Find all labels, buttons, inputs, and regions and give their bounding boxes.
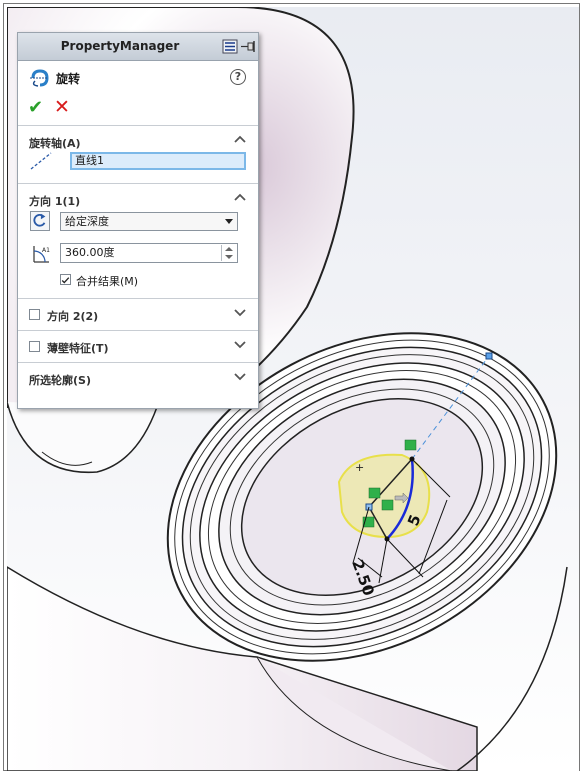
svg-text:+: +	[355, 461, 364, 474]
action-row: ✔ ✕	[18, 93, 258, 126]
pm-header: PropertyManager	[18, 33, 258, 61]
merge-result-label[interactable]: 合并结果(M)	[76, 273, 138, 289]
pin-icon[interactable]	[240, 39, 256, 54]
chevron-up-icon[interactable]	[234, 133, 246, 145]
angle-value: 360.00度	[65, 246, 115, 259]
thin-feature-checkbox[interactable]	[29, 341, 40, 352]
group-title-direction-1[interactable]: 方向 1(1)	[29, 193, 80, 209]
checkmark-icon	[61, 277, 70, 284]
end-condition-select[interactable]: 给定深度	[60, 212, 238, 231]
left-lobe	[7, 401, 158, 474]
revolve-icon	[30, 69, 49, 87]
screenshot-frame: + 2.50 5 PropertyManager 旋转 ? ✔ ✕ 旋转轴(A)…	[0, 0, 583, 774]
ok-check-icon[interactable]: ✔	[28, 97, 43, 118]
svg-text:A1: A1	[42, 247, 50, 254]
chevron-down-icon[interactable]	[234, 370, 246, 382]
reverse-direction-icon	[33, 213, 46, 227]
group-direction-2: 方向 2(2)	[18, 299, 258, 331]
group-revolve-axis: 旋转轴(A) 直线1	[18, 126, 258, 184]
axis-selection-field[interactable]: 直线1	[70, 152, 246, 170]
reverse-direction-button[interactable]	[30, 211, 50, 231]
help-icon[interactable]: ?	[230, 69, 246, 85]
direction-2-checkbox[interactable]	[29, 309, 40, 320]
spinner-down-icon[interactable]	[225, 255, 233, 259]
chevron-up-icon[interactable]	[234, 191, 246, 203]
chevron-down-icon	[225, 219, 233, 224]
angle-input[interactable]: 360.00度	[60, 243, 238, 263]
property-manager: PropertyManager 旋转 ? ✔ ✕ 旋转轴(A) 直线1 方向 1…	[17, 32, 259, 409]
axis-line-icon	[30, 152, 52, 170]
spinner-up-icon[interactable]	[225, 247, 233, 251]
chevron-down-icon[interactable]	[234, 338, 246, 350]
group-thin-feature: 薄壁特征(T)	[18, 331, 258, 363]
chevron-down-icon[interactable]	[234, 306, 246, 318]
graphics-viewport[interactable]: + 2.50 5 PropertyManager 旋转 ? ✔ ✕ 旋转轴(A)…	[7, 7, 579, 771]
merge-result-checkbox[interactable]	[60, 274, 71, 285]
group-selected-contours: 所选轮廓(S)	[18, 363, 258, 394]
angle-icon: A1	[33, 246, 50, 263]
feature-name: 旋转	[56, 72, 81, 86]
cancel-x-icon[interactable]: ✕	[54, 96, 70, 118]
group-title-thin-feature[interactable]: 薄壁特征(T)	[47, 340, 109, 356]
feature-row: 旋转 ?	[18, 61, 258, 93]
group-direction-1: 方向 1(1) 给定深度 A1 360.00度 合并结果(M)	[18, 184, 258, 299]
end-condition-value: 给定深度	[65, 215, 109, 228]
group-title-direction-2[interactable]: 方向 2(2)	[47, 308, 98, 324]
pm-title: PropertyManager	[60, 39, 180, 53]
angle-spinner[interactable]	[221, 245, 236, 261]
group-title-axis[interactable]: 旋转轴(A)	[29, 135, 81, 151]
display-icon[interactable]	[222, 39, 238, 54]
group-title-selected-contours[interactable]: 所选轮廓(S)	[29, 372, 91, 388]
